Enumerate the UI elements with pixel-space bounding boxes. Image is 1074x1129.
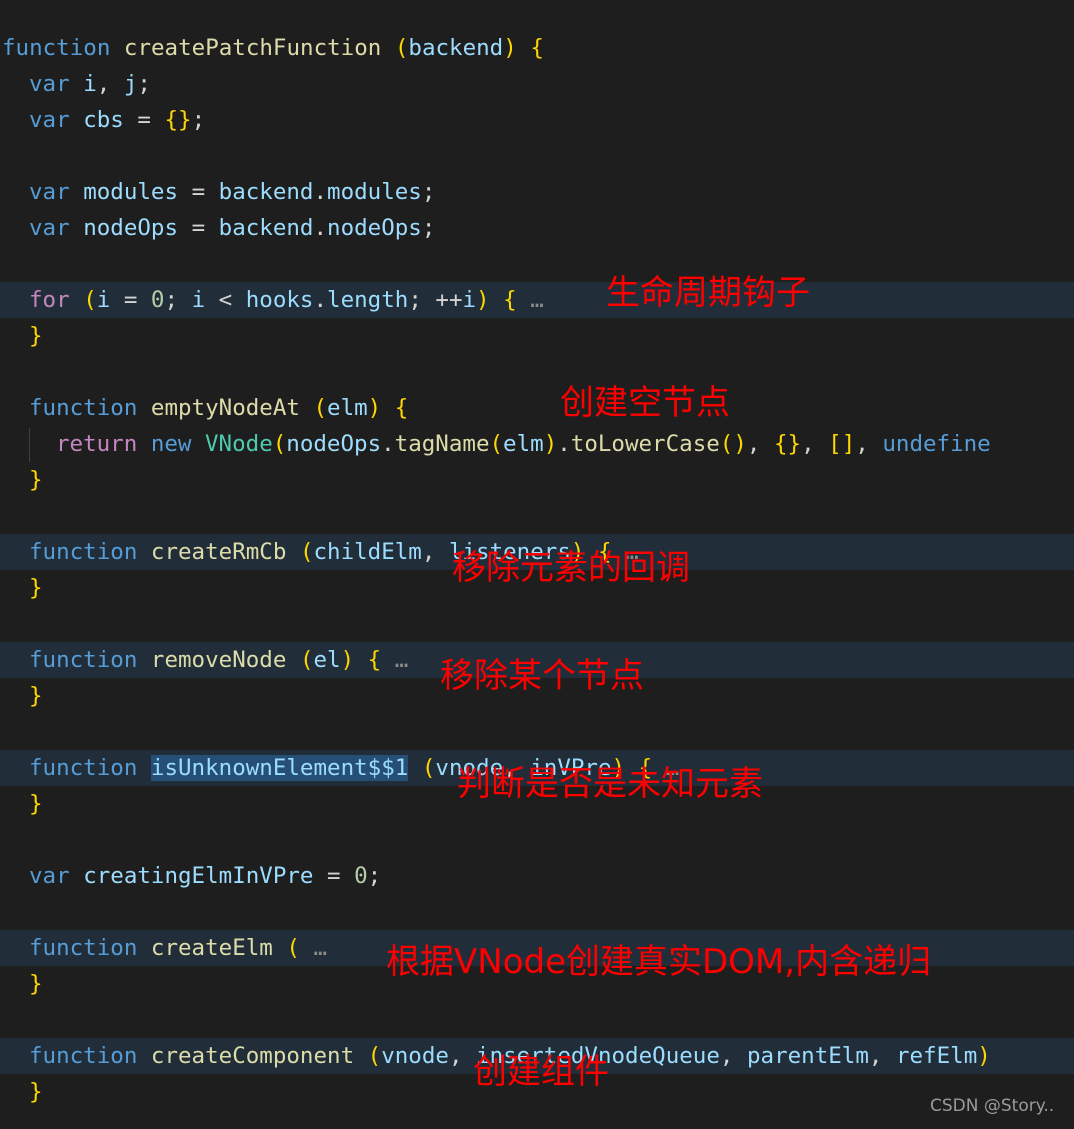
- code-line[interactable]: var modules = backend.modules;: [0, 174, 1074, 210]
- code-line[interactable]: }: [0, 318, 1074, 354]
- code-line[interactable]: function createPatchFunction (backend) {: [0, 30, 1074, 66]
- code-line[interactable]: [0, 894, 1074, 930]
- code-line-text: }: [29, 1079, 43, 1105]
- code-line[interactable]: [0, 498, 1074, 534]
- code-line-text: var creatingElmInVPre = 0;: [29, 863, 382, 889]
- code-line-text: }: [29, 791, 43, 817]
- fold-ellipsis-icon[interactable]: …: [395, 647, 409, 673]
- code-line[interactable]: var nodeOps = backend.nodeOps;: [0, 210, 1074, 246]
- code-line-text: for (i = 0; i < hooks.length; ++i) { …: [29, 287, 544, 313]
- code-line[interactable]: [0, 822, 1074, 858]
- code-line[interactable]: [0, 606, 1074, 642]
- code-line-text: var cbs = {};: [29, 107, 206, 133]
- code-line[interactable]: [0, 138, 1074, 174]
- code-line-text: }: [29, 683, 43, 709]
- code-line[interactable]: [0, 1002, 1074, 1038]
- code-line-text: function emptyNodeAt (elm) {: [29, 395, 409, 421]
- fold-ellipsis-icon[interactable]: …: [313, 935, 327, 961]
- code-line[interactable]: return new VNode(nodeOps.tagName(elm).to…: [0, 426, 1074, 462]
- annotation-3: 移除元素的回调: [452, 548, 690, 588]
- code-line[interactable]: function emptyNodeAt (elm) {: [0, 390, 1074, 426]
- code-line-text: }: [29, 575, 43, 601]
- annotation-7: 创建组件: [473, 1052, 609, 1092]
- code-line-text: return new VNode(nodeOps.tagName(elm).to…: [56, 431, 991, 457]
- code-line-text: function createPatchFunction (backend) {: [2, 35, 544, 61]
- code-line[interactable]: [0, 246, 1074, 282]
- selected-text[interactable]: isUnknownElement$$1: [150, 755, 409, 781]
- code-line-text: var nodeOps = backend.nodeOps;: [29, 215, 436, 241]
- code-line-text: var i, j;: [29, 71, 151, 97]
- annotation-4: 移除某个节点: [440, 656, 644, 696]
- annotation-1: 生命周期钩子: [606, 273, 810, 313]
- code-line-text: }: [29, 467, 43, 493]
- code-line-text: function removeNode (el) { …: [29, 647, 409, 673]
- code-editor-viewport[interactable]: function createPatchFunction (backend) {…: [0, 0, 1074, 1129]
- annotation-6: 根据VNode创建真实DOM,内含递归: [386, 942, 932, 982]
- code-line[interactable]: for (i = 0; i < hooks.length; ++i) { …: [0, 282, 1074, 318]
- code-line[interactable]: var i, j;: [0, 66, 1074, 102]
- code-fragment: function: [29, 755, 138, 781]
- code-line-text: }: [29, 323, 43, 349]
- code-line-text: var modules = backend.modules;: [29, 179, 436, 205]
- annotation-2: 创建空节点: [560, 383, 730, 423]
- code-line[interactable]: }: [0, 462, 1074, 498]
- code-line[interactable]: [0, 714, 1074, 750]
- code-line[interactable]: var creatingElmInVPre = 0;: [0, 858, 1074, 894]
- indent-guide: [29, 428, 30, 462]
- annotation-5: 判断是否是未知元素: [457, 764, 763, 804]
- fold-ellipsis-icon[interactable]: …: [530, 287, 544, 313]
- code-line[interactable]: var cbs = {};: [0, 102, 1074, 138]
- code-line-text: }: [29, 971, 43, 997]
- code-line-text: function createElm ( …: [29, 935, 328, 961]
- csdn-watermark: CSDN @Story..: [930, 1096, 1055, 1116]
- code-line[interactable]: [0, 354, 1074, 390]
